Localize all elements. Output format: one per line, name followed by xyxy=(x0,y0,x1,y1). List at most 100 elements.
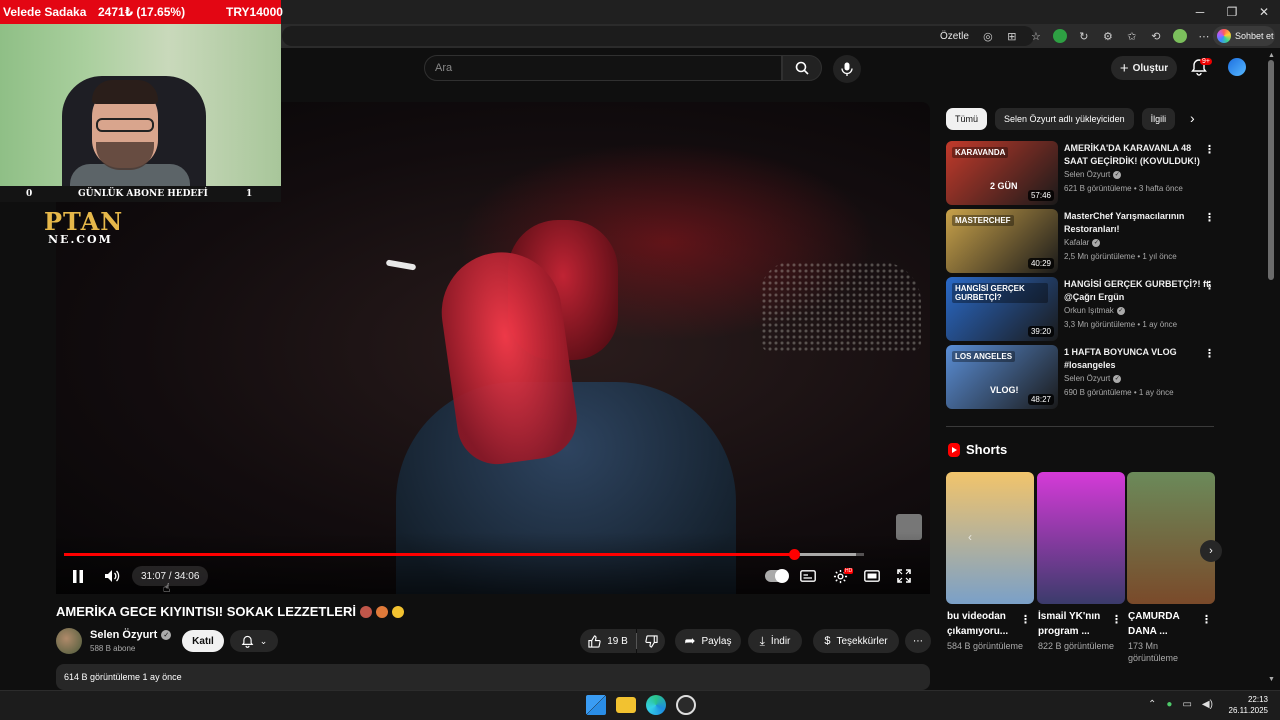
more-options-icon[interactable]: ⋮ xyxy=(1204,211,1215,224)
download-button[interactable]: ⤓ İndir xyxy=(748,629,802,653)
join-button[interactable]: Katıl xyxy=(182,630,224,652)
thanks-label: Teşekkürler xyxy=(836,635,888,647)
search-input[interactable]: Ara xyxy=(424,55,782,81)
channel-avatar[interactable] xyxy=(56,628,82,654)
more-options-icon[interactable]: ⋮ xyxy=(1204,279,1215,292)
scrubber-handle[interactable] xyxy=(789,549,800,560)
goal-left: 0 xyxy=(26,189,33,199)
short-title[interactable]: bu videodan çıkamıyoru... xyxy=(947,609,1017,639)
channel-name[interactable]: Selen Özyurt ✓ xyxy=(90,629,172,641)
short-title[interactable]: İsmail YK'nın program ... xyxy=(1038,609,1108,639)
autoplay-toggle[interactable] xyxy=(765,569,789,583)
network-icon[interactable]: ▭ xyxy=(1182,699,1191,710)
extension-green-icon[interactable] xyxy=(1051,27,1069,45)
short-thumbnail[interactable] xyxy=(946,472,1034,604)
chevron-left-icon[interactable]: ‹ xyxy=(968,530,972,544)
more-icon: ⋯ xyxy=(913,635,923,647)
recommendation-thumbnail[interactable]: MASTERCHEF 40:29 xyxy=(946,209,1058,273)
more-options-icon[interactable]: ⋮ xyxy=(1111,613,1122,626)
recommendation-thumbnail[interactable]: LOS ANGELES VLOG! 48:27 xyxy=(946,345,1058,409)
like-button[interactable]: 19 B xyxy=(580,629,636,653)
donation-target: TRY14000 xyxy=(226,5,283,19)
apps-icon[interactable]: ⊞ xyxy=(1003,27,1021,45)
chevron-right-icon[interactable]: › xyxy=(1190,110,1195,126)
chip-0[interactable]: Tümü xyxy=(946,108,988,130)
summarize-button[interactable]: Özetle xyxy=(940,31,969,42)
more-icon[interactable]: ⋯ xyxy=(1195,27,1213,45)
more-options-icon[interactable]: ⋮ xyxy=(1204,143,1215,156)
more-options-icon[interactable]: ⋮ xyxy=(1204,347,1215,360)
close-icon[interactable]: ✕ xyxy=(1248,0,1280,24)
clock-time: 22:13 xyxy=(1247,695,1268,704)
recommendation-title[interactable]: MasterChef Yarışmacılarının Restoranları… xyxy=(1064,210,1214,236)
extensions-icon[interactable]: ⚙ xyxy=(1099,27,1117,45)
video-duration: 40:29 xyxy=(1027,258,1054,269)
fullscreen-button[interactable] xyxy=(894,566,914,586)
verified-icon: ✓ xyxy=(1092,238,1101,247)
recommendation-channel[interactable]: Kafalar ✓ xyxy=(1064,238,1101,247)
pause-button[interactable] xyxy=(68,566,88,586)
refresh-icon[interactable]: ↻ xyxy=(1075,27,1093,45)
description-box[interactable]: 614 B görüntüleme 1 ay önce xyxy=(56,664,930,690)
search-button[interactable] xyxy=(782,55,822,81)
read-aloud-icon[interactable]: ◎ xyxy=(979,27,997,45)
copilot-chat-button[interactable]: Sohbet et xyxy=(1213,26,1275,46)
account-avatar[interactable] xyxy=(1228,58,1246,76)
more-options-icon[interactable]: ⋮ xyxy=(1201,613,1212,626)
recommendation-channel-text: Selen Özyurt xyxy=(1064,170,1111,179)
emoji-meat-icon xyxy=(359,605,372,618)
windows-start-icon[interactable] xyxy=(586,695,606,715)
recommendation-title[interactable]: AMERİKA'DA KARAVANLA 48 SAAT GEÇİRDİK! (… xyxy=(1064,142,1214,168)
chip-1[interactable]: Selen Özyurt adlı yükleyiciden xyxy=(995,108,1134,130)
progress-bar[interactable] xyxy=(64,549,864,560)
clock-date: 26.11.2025 xyxy=(1228,706,1268,715)
recommendation-channel[interactable]: Selen Özyurt ✓ xyxy=(1064,374,1122,383)
share-button[interactable]: ➦ Paylaş xyxy=(675,629,741,653)
fullscreen-icon xyxy=(897,569,911,583)
scroll-up-arrow[interactable]: ▲ xyxy=(1268,52,1275,59)
thanks-button[interactable]: $ Teşekkürler xyxy=(813,629,899,653)
history-icon[interactable]: ⟲ xyxy=(1147,27,1165,45)
file-explorer-icon[interactable] xyxy=(616,697,636,713)
theater-mode-button[interactable] xyxy=(862,566,882,586)
page-scrollbar[interactable] xyxy=(1268,60,1274,280)
short-title[interactable]: ÇAMURDA DANA ... xyxy=(1128,609,1198,639)
hd-badge: HD xyxy=(844,568,854,574)
recommendation-title[interactable]: HANGİSİ GERÇEK GURBETÇİ?! ft. @Çağrı Erg… xyxy=(1064,278,1214,304)
scroll-down-arrow[interactable]: ▼ xyxy=(1268,676,1275,683)
voice-search-button[interactable] xyxy=(833,55,861,83)
obs-recording-icon[interactable] xyxy=(676,695,696,715)
profile-icon[interactable] xyxy=(1171,27,1189,45)
subtitles-button[interactable] xyxy=(798,566,818,586)
recommendation-item[interactable]: LOS ANGELES VLOG! 48:27 1 HAFTA BOYUNCA … xyxy=(946,345,1246,409)
tray-chevron-up-icon[interactable]: ⌃ xyxy=(1148,699,1156,710)
recommendation-channel[interactable]: Orkun Işıtmak ✓ xyxy=(1064,306,1125,315)
short-thumbnail[interactable] xyxy=(1037,472,1125,604)
restore-icon[interactable]: ❐ xyxy=(1216,0,1248,24)
address-bar[interactable] xyxy=(282,26,1034,46)
recommendation-channel[interactable]: Selen Özyurt ✓ xyxy=(1064,170,1122,179)
shorts-next-button[interactable]: › xyxy=(1200,540,1222,562)
recommendation-thumbnail[interactable]: KARAVANDA 2 GÜN 57:46 xyxy=(946,141,1058,205)
chip-2[interactable]: İlgili xyxy=(1141,108,1176,130)
recommendation-title[interactable]: 1 HAFTA BOYUNCA VLOG #losangeles xyxy=(1064,346,1214,372)
edge-browser-icon[interactable] xyxy=(646,695,666,715)
more-options-icon[interactable]: ⋮ xyxy=(1020,613,1031,626)
speaker-icon[interactable]: ◀) xyxy=(1202,699,1213,710)
volume-button[interactable] xyxy=(102,566,122,586)
favorites-icon[interactable]: ✩ xyxy=(1123,27,1141,45)
dislike-button[interactable] xyxy=(637,629,665,653)
recommendation-item[interactable]: HANGİSİ GERÇEK GURBETÇİ? 39:20 HANGİSİ G… xyxy=(946,277,1246,341)
short-thumbnail[interactable] xyxy=(1127,472,1215,604)
taskbar-clock[interactable]: 22:13 26.11.2025 xyxy=(1228,694,1268,716)
recommendation-item[interactable]: KARAVANDA 2 GÜN 57:46 AMERİKA'DA KARAVAN… xyxy=(946,141,1246,205)
minimize-icon[interactable]: ─ xyxy=(1184,0,1216,24)
create-button[interactable]: + Oluştur xyxy=(1111,56,1177,80)
subscription-bell-button[interactable]: ⌄ xyxy=(230,630,278,652)
recommendation-item[interactable]: MASTERCHEF 40:29 MasterChef Yarışmacılar… xyxy=(946,209,1246,273)
tray-microphone-icon[interactable]: ● xyxy=(1166,699,1172,710)
recommendation-thumbnail[interactable]: HANGİSİ GERÇEK GURBETÇİ? 39:20 xyxy=(946,277,1058,341)
download-label: İndir xyxy=(770,635,791,647)
more-actions-button[interactable]: ⋯ xyxy=(905,629,931,653)
favorite-star-icon[interactable]: ☆ xyxy=(1027,27,1045,45)
